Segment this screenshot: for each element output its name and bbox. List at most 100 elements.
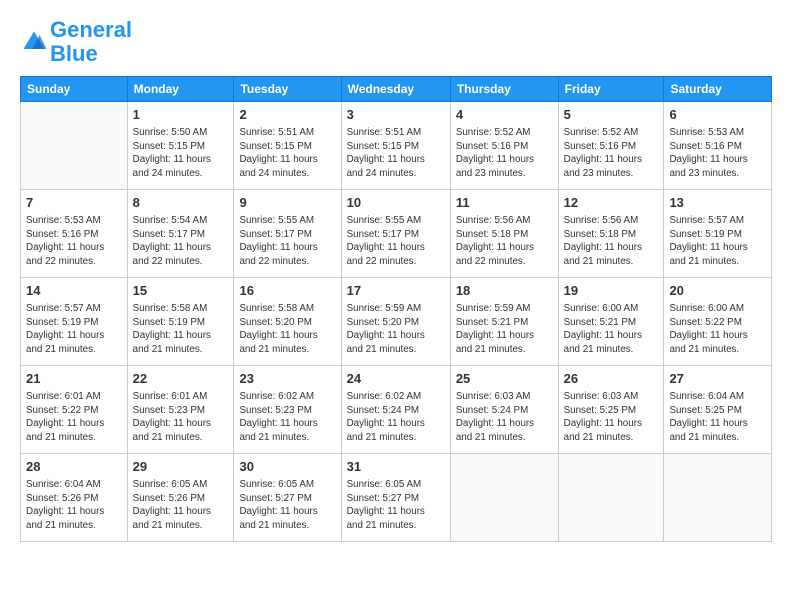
day-number: 5 bbox=[564, 106, 659, 124]
calendar-cell: 29 Sunrise: 6:05 AM Sunset: 5:26 PM Dayli… bbox=[127, 454, 234, 542]
day-number: 25 bbox=[456, 370, 553, 388]
calendar-cell: 18 Sunrise: 5:59 AM Sunset: 5:21 PM Dayli… bbox=[450, 278, 558, 366]
calendar-cell: 22 Sunrise: 6:01 AM Sunset: 5:23 PM Dayli… bbox=[127, 366, 234, 454]
day-info: Sunrise: 5:52 AM Sunset: 5:16 PM Dayligh… bbox=[564, 126, 659, 181]
calendar-cell: 3Sunrise: 5:51 AM Sunset: 5:15 PM Daylig… bbox=[341, 102, 450, 190]
calendar-cell: 27 Sunrise: 6:04 AM Sunset: 5:25 PM Dayli… bbox=[664, 366, 772, 454]
weekday-header-thursday: Thursday bbox=[450, 77, 558, 102]
day-info: Sunrise: 6:00 AM Sunset: 5:22 PM Dayligh… bbox=[669, 302, 766, 357]
day-number: 14 bbox=[26, 282, 122, 300]
day-info: Sunrise: 5:50 AM Sunset: 5:15 PM Dayligh… bbox=[133, 126, 229, 181]
week-row-5: 28 Sunrise: 6:04 AM Sunset: 5:26 PM Dayli… bbox=[21, 454, 772, 542]
day-info: Sunrise: 5:53 AM Sunset: 5:16 PM Dayligh… bbox=[669, 126, 766, 181]
weekday-header-monday: Monday bbox=[127, 77, 234, 102]
day-number: 29 bbox=[133, 458, 229, 476]
day-number: 8 bbox=[133, 194, 229, 212]
day-info: Sunrise: 5:54 AM Sunset: 5:17 PM Dayligh… bbox=[133, 214, 229, 269]
week-row-1: 1 Sunrise: 5:50 AM Sunset: 5:15 PM Daylig… bbox=[21, 102, 772, 190]
logo-text: General Blue bbox=[50, 18, 132, 66]
calendar-cell: 23Sunrise: 6:02 AM Sunset: 5:23 PM Dayli… bbox=[234, 366, 341, 454]
day-info: Sunrise: 5:56 AM Sunset: 5:18 PM Dayligh… bbox=[564, 214, 659, 269]
calendar-cell bbox=[21, 102, 128, 190]
calendar-cell: 25 Sunrise: 6:03 AM Sunset: 5:24 PM Dayli… bbox=[450, 366, 558, 454]
calendar-cell: 1 Sunrise: 5:50 AM Sunset: 5:15 PM Daylig… bbox=[127, 102, 234, 190]
day-info: Sunrise: 6:03 AM Sunset: 5:24 PM Dayligh… bbox=[456, 390, 553, 445]
logo: General Blue bbox=[20, 18, 132, 66]
day-info: Sunrise: 5:59 AM Sunset: 5:21 PM Dayligh… bbox=[456, 302, 553, 357]
calendar-cell: 30Sunrise: 6:05 AM Sunset: 5:27 PM Dayli… bbox=[234, 454, 341, 542]
calendar-cell: 26Sunrise: 6:03 AM Sunset: 5:25 PM Dayli… bbox=[558, 366, 664, 454]
day-info: Sunrise: 5:57 AM Sunset: 5:19 PM Dayligh… bbox=[669, 214, 766, 269]
week-row-2: 7 Sunrise: 5:53 AM Sunset: 5:16 PM Daylig… bbox=[21, 190, 772, 278]
day-number: 10 bbox=[347, 194, 445, 212]
day-number: 24 bbox=[347, 370, 445, 388]
weekday-header-wednesday: Wednesday bbox=[341, 77, 450, 102]
day-number: 28 bbox=[26, 458, 122, 476]
day-number: 4 bbox=[456, 106, 553, 124]
day-info: Sunrise: 5:53 AM Sunset: 5:16 PM Dayligh… bbox=[26, 214, 122, 269]
calendar-cell: 11Sunrise: 5:56 AM Sunset: 5:18 PM Dayli… bbox=[450, 190, 558, 278]
day-info: Sunrise: 5:52 AM Sunset: 5:16 PM Dayligh… bbox=[456, 126, 553, 181]
week-row-3: 14 Sunrise: 5:57 AM Sunset: 5:19 PM Dayli… bbox=[21, 278, 772, 366]
day-info: Sunrise: 6:05 AM Sunset: 5:27 PM Dayligh… bbox=[347, 478, 445, 533]
day-number: 20 bbox=[669, 282, 766, 300]
day-info: Sunrise: 5:55 AM Sunset: 5:17 PM Dayligh… bbox=[347, 214, 445, 269]
day-number: 18 bbox=[456, 282, 553, 300]
day-number: 13 bbox=[669, 194, 766, 212]
day-info: Sunrise: 6:02 AM Sunset: 5:24 PM Dayligh… bbox=[347, 390, 445, 445]
day-number: 21 bbox=[26, 370, 122, 388]
day-number: 27 bbox=[669, 370, 766, 388]
weekday-header-tuesday: Tuesday bbox=[234, 77, 341, 102]
day-number: 11 bbox=[456, 194, 553, 212]
weekday-header-saturday: Saturday bbox=[664, 77, 772, 102]
day-number: 7 bbox=[26, 194, 122, 212]
calendar-cell: 24 Sunrise: 6:02 AM Sunset: 5:24 PM Dayli… bbox=[341, 366, 450, 454]
day-number: 19 bbox=[564, 282, 659, 300]
calendar-cell: 2 Sunrise: 5:51 AM Sunset: 5:15 PM Daylig… bbox=[234, 102, 341, 190]
day-number: 23 bbox=[239, 370, 335, 388]
day-number: 17 bbox=[347, 282, 445, 300]
page-container: General Blue SundayMondayTuesdayWednesda… bbox=[0, 0, 792, 612]
calendar-cell: 15 Sunrise: 5:58 AM Sunset: 5:19 PM Dayli… bbox=[127, 278, 234, 366]
day-number: 26 bbox=[564, 370, 659, 388]
day-info: Sunrise: 5:58 AM Sunset: 5:20 PM Dayligh… bbox=[239, 302, 335, 357]
day-info: Sunrise: 5:57 AM Sunset: 5:19 PM Dayligh… bbox=[26, 302, 122, 357]
day-info: Sunrise: 6:01 AM Sunset: 5:23 PM Dayligh… bbox=[133, 390, 229, 445]
calendar-cell: 12 Sunrise: 5:56 AM Sunset: 5:18 PM Dayli… bbox=[558, 190, 664, 278]
calendar-cell: 28 Sunrise: 6:04 AM Sunset: 5:26 PM Dayli… bbox=[21, 454, 128, 542]
weekday-header-sunday: Sunday bbox=[21, 77, 128, 102]
calendar-cell: 14 Sunrise: 5:57 AM Sunset: 5:19 PM Dayli… bbox=[21, 278, 128, 366]
day-number: 1 bbox=[133, 106, 229, 124]
day-info: Sunrise: 5:51 AM Sunset: 5:15 PM Dayligh… bbox=[239, 126, 335, 181]
day-number: 15 bbox=[133, 282, 229, 300]
calendar-cell: 17Sunrise: 5:59 AM Sunset: 5:20 PM Dayli… bbox=[341, 278, 450, 366]
calendar-cell: 6Sunrise: 5:53 AM Sunset: 5:16 PM Daylig… bbox=[664, 102, 772, 190]
day-info: Sunrise: 6:04 AM Sunset: 5:25 PM Dayligh… bbox=[669, 390, 766, 445]
day-number: 12 bbox=[564, 194, 659, 212]
logo-icon bbox=[20, 28, 48, 56]
day-info: Sunrise: 6:05 AM Sunset: 5:27 PM Dayligh… bbox=[239, 478, 335, 533]
calendar-cell bbox=[664, 454, 772, 542]
calendar-cell: 4 Sunrise: 5:52 AM Sunset: 5:16 PM Daylig… bbox=[450, 102, 558, 190]
day-number: 9 bbox=[239, 194, 335, 212]
day-number: 31 bbox=[347, 458, 445, 476]
calendar-cell: 21Sunrise: 6:01 AM Sunset: 5:22 PM Dayli… bbox=[21, 366, 128, 454]
day-info: Sunrise: 6:00 AM Sunset: 5:21 PM Dayligh… bbox=[564, 302, 659, 357]
weekday-header-row: SundayMondayTuesdayWednesdayThursdayFrid… bbox=[21, 77, 772, 102]
day-number: 2 bbox=[239, 106, 335, 124]
calendar-cell: 7 Sunrise: 5:53 AM Sunset: 5:16 PM Daylig… bbox=[21, 190, 128, 278]
calendar-cell: 8 Sunrise: 5:54 AM Sunset: 5:17 PM Daylig… bbox=[127, 190, 234, 278]
header: General Blue bbox=[20, 18, 772, 66]
calendar-cell: 9 Sunrise: 5:55 AM Sunset: 5:17 PM Daylig… bbox=[234, 190, 341, 278]
day-info: Sunrise: 6:04 AM Sunset: 5:26 PM Dayligh… bbox=[26, 478, 122, 533]
day-info: Sunrise: 6:05 AM Sunset: 5:26 PM Dayligh… bbox=[133, 478, 229, 533]
week-row-4: 21Sunrise: 6:01 AM Sunset: 5:22 PM Dayli… bbox=[21, 366, 772, 454]
calendar-cell: 5 Sunrise: 5:52 AM Sunset: 5:16 PM Daylig… bbox=[558, 102, 664, 190]
day-info: Sunrise: 5:55 AM Sunset: 5:17 PM Dayligh… bbox=[239, 214, 335, 269]
calendar-cell: 16Sunrise: 5:58 AM Sunset: 5:20 PM Dayli… bbox=[234, 278, 341, 366]
day-info: Sunrise: 5:58 AM Sunset: 5:19 PM Dayligh… bbox=[133, 302, 229, 357]
calendar-cell: 13 Sunrise: 5:57 AM Sunset: 5:19 PM Dayli… bbox=[664, 190, 772, 278]
calendar-cell: 10 Sunrise: 5:55 AM Sunset: 5:17 PM Dayli… bbox=[341, 190, 450, 278]
day-number: 22 bbox=[133, 370, 229, 388]
day-number: 3 bbox=[347, 106, 445, 124]
